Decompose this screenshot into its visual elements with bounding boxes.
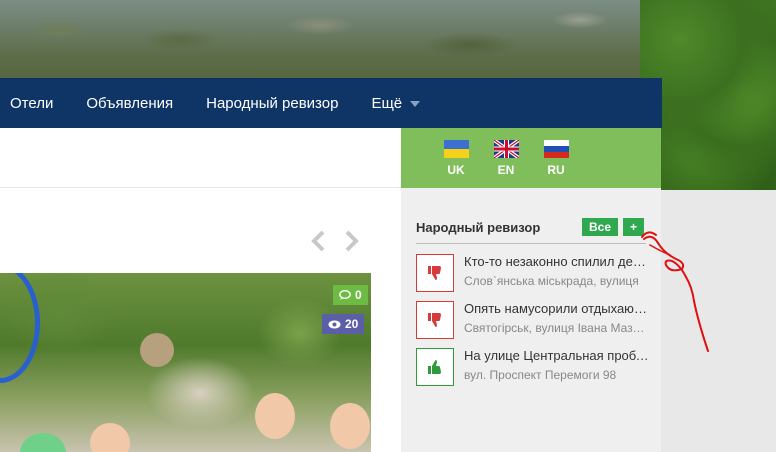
- uk-flag-icon: [493, 140, 519, 158]
- revisor-item-title: Опять намусорили отдыхающие: [464, 301, 650, 316]
- views-badge: 20: [322, 314, 365, 334]
- nav-more-label: Ещё: [371, 94, 403, 112]
- photo-person: [330, 403, 370, 449]
- chevron-left-icon[interactable]: [308, 230, 328, 252]
- revisor-item[interactable]: Опять намусорили отдыхающие Святогірськ,…: [416, 301, 651, 341]
- lang-ru[interactable]: RU: [543, 140, 569, 188]
- revisor-item[interactable]: На улице Центральная проблема вул. Просп…: [416, 348, 651, 388]
- nav-item-hotels[interactable]: Отели: [10, 95, 53, 112]
- photo-person: [90, 423, 130, 452]
- revisor-item-title: На улице Центральная проблема: [464, 348, 650, 363]
- comments-count: 0: [355, 288, 362, 302]
- views-count: 20: [345, 317, 359, 331]
- revisor-all-button[interactable]: Все: [582, 218, 618, 236]
- revisor-item-address: Слов`янська міськрада, вулиця: [464, 274, 639, 288]
- nav-item-ads[interactable]: Объявления: [86, 95, 173, 112]
- thumbs-down-icon: [416, 254, 454, 292]
- thumbs-down-icon: [416, 301, 454, 339]
- lang-uk[interactable]: UK: [443, 140, 469, 188]
- gallery-arrows: [308, 230, 362, 252]
- russia-flag-icon: [543, 140, 569, 158]
- nav-item-revisor[interactable]: Народный ревизор: [206, 95, 338, 112]
- hula-hoop-graphic: [0, 273, 40, 383]
- nav-item-more[interactable]: Ещё: [371, 94, 421, 112]
- main-navbar: Отели Объявления Народный ревизор Ещё: [0, 78, 662, 128]
- language-switcher: UK EN RU: [401, 128, 661, 188]
- ukraine-flag-icon: [443, 140, 469, 158]
- eye-icon: [328, 320, 341, 328]
- revisor-item-address: Святогірськ, вулиця Івана Мазепи: [464, 321, 650, 335]
- lang-en[interactable]: EN: [493, 140, 519, 188]
- revisor-title: Народный ревизор: [416, 220, 541, 235]
- revisor-item-address: вул. Проспект Перемоги 98: [464, 368, 617, 382]
- lang-ru-label: RU: [547, 163, 565, 177]
- revisor-item-title: Кто-то незаконно спилил дерево: [464, 254, 650, 269]
- lang-uk-label: UK: [447, 163, 465, 177]
- lang-en-label: EN: [497, 163, 515, 177]
- photo-person: [255, 393, 295, 439]
- chevron-right-icon[interactable]: [342, 230, 362, 252]
- revisor-sidebar: Народный ревизор Все + Кто-то незаконно …: [401, 188, 661, 452]
- red-annotation-scribble: [641, 231, 709, 352]
- gallery-photo[interactable]: [0, 273, 371, 452]
- thumbs-up-icon: [416, 348, 454, 386]
- comment-icon: [339, 290, 351, 300]
- photo-person: [20, 433, 66, 452]
- revisor-header: Народный ревизор Все +: [416, 218, 646, 244]
- photo-person: [140, 333, 174, 367]
- comments-badge: 0: [333, 285, 368, 305]
- main-divider: [0, 187, 401, 188]
- chevron-down-icon: [410, 101, 421, 107]
- revisor-item[interactable]: Кто-то незаконно спилил дерево Слов`янсь…: [416, 254, 651, 294]
